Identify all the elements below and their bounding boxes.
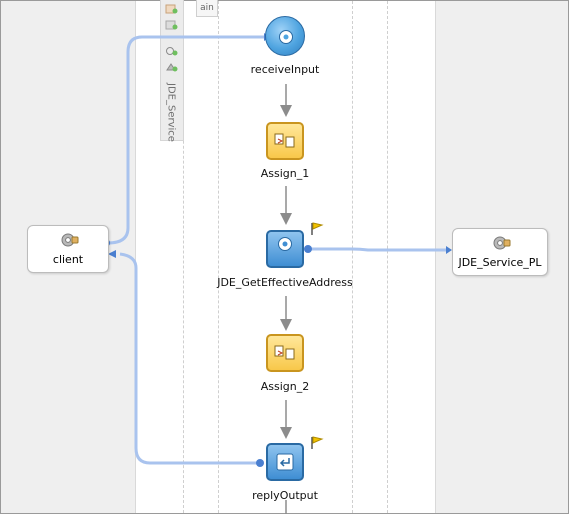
- receive-label: receiveInput: [250, 63, 320, 76]
- assign2-activity[interactable]: [266, 334, 304, 372]
- assign2-label: Assign_2: [260, 380, 310, 393]
- assign-icon: [274, 345, 295, 360]
- link-arrowhead: [108, 250, 116, 258]
- flag-icon: [311, 222, 324, 235]
- reply-label: replyOutput: [252, 489, 318, 502]
- gear-icon: [278, 237, 292, 251]
- assign1-label: Assign_1: [260, 167, 310, 180]
- gear-icon: [61, 233, 79, 247]
- partner-service-label: JDE_Service_PL: [458, 256, 542, 269]
- assign-icon: [274, 133, 295, 148]
- link-endpoint: [256, 459, 264, 467]
- assign1-activity[interactable]: [266, 122, 304, 160]
- invoke-label: JDE_GetEffectiveAddress: [217, 276, 353, 289]
- partner-client[interactable]: client: [27, 225, 109, 273]
- partner-client-label: client: [52, 253, 84, 266]
- receive-activity[interactable]: [265, 16, 305, 56]
- partner-service[interactable]: JDE_Service_PL: [452, 228, 548, 276]
- link-invoke-service: [308, 247, 448, 252]
- reply-activity[interactable]: [266, 443, 304, 481]
- gear-icon: [279, 30, 293, 44]
- gear-icon: [493, 236, 511, 250]
- flag-icon: [311, 436, 324, 449]
- link-endpoint: [304, 245, 312, 253]
- reply-icon: [276, 453, 294, 471]
- invoke-activity[interactable]: [266, 230, 304, 268]
